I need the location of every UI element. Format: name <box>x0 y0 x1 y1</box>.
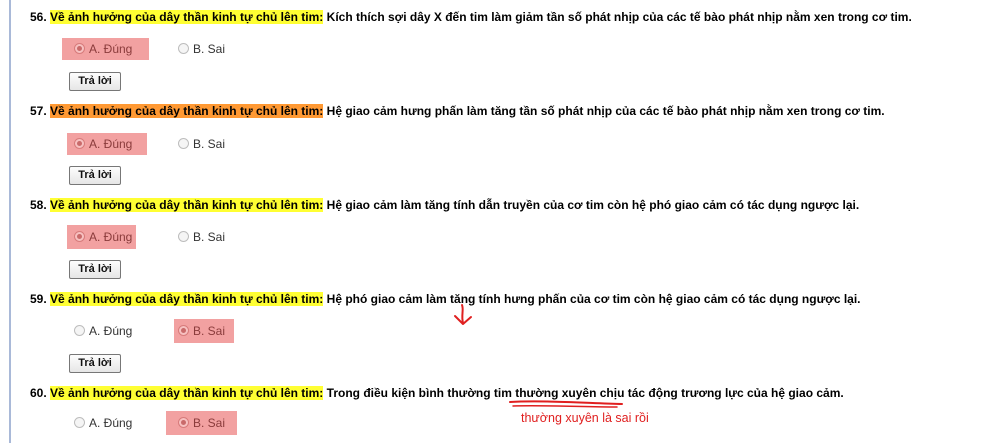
annotation-note: thường xuyên là sai rồi <box>521 411 649 425</box>
option-b[interactable]: B. Sai <box>178 133 225 155</box>
submit-answer-button[interactable]: Trả lời <box>69 166 121 185</box>
option-a-label: A. Đúng <box>89 416 133 430</box>
radio-icon[interactable] <box>74 325 85 336</box>
radio-icon[interactable] <box>178 325 189 336</box>
question-line: 57. Về ảnh hưởng của dây thần kinh tự ch… <box>30 103 885 119</box>
option-b[interactable]: B. Sai <box>178 38 225 60</box>
radio-icon[interactable] <box>178 138 189 149</box>
question-text: Hệ giao cảm làm tăng tính dẫn truyền của… <box>326 198 860 212</box>
annotation-arrow-icon <box>454 304 472 325</box>
question-text: Hệ giao cảm hưng phấn làm tăng tần số ph… <box>326 104 885 118</box>
option-b[interactable]: B. Sai <box>178 226 225 248</box>
question-topic: Về ảnh hưởng của dây thần kinh tự chủ lê… <box>50 104 324 118</box>
radio-icon[interactable] <box>178 231 189 242</box>
question-number: 57. <box>30 104 47 118</box>
question-line: 58. Về ảnh hưởng của dây thần kinh tự ch… <box>30 197 859 213</box>
submit-answer-button[interactable]: Trả lời <box>69 354 121 373</box>
option-a[interactable]: A. Đúng <box>74 320 132 342</box>
radio-icon[interactable] <box>178 43 189 54</box>
radio-icon[interactable] <box>74 417 85 428</box>
option-a[interactable]: A. Đúng <box>62 38 149 60</box>
option-a-label: A. Đúng <box>89 324 133 338</box>
option-a-label: A. Đúng <box>89 137 133 151</box>
question-line: 56. Về ảnh hưởng của dây thần kinh tự ch… <box>30 9 912 25</box>
option-a-label: A. Đúng <box>89 230 133 244</box>
question-text: Kích thích sợi dây X đến tim làm giảm tầ… <box>326 10 912 24</box>
radio-icon[interactable] <box>74 43 85 54</box>
option-a[interactable]: A. Đúng <box>67 133 147 155</box>
radio-icon[interactable] <box>178 417 189 428</box>
option-b-label: B. Sai <box>193 42 226 56</box>
option-b[interactable]: B. Sai <box>166 411 237 435</box>
option-b[interactable]: B. Sai <box>174 319 234 343</box>
submit-answer-button[interactable]: Trả lời <box>69 72 121 91</box>
option-b-label: B. Sai <box>193 416 226 430</box>
annotation-underline <box>509 400 623 408</box>
question-number: 60. <box>30 386 47 400</box>
option-b-label: B. Sai <box>193 230 226 244</box>
option-b-label: B. Sai <box>193 137 226 151</box>
radio-icon[interactable] <box>74 138 85 149</box>
question-topic: Về ảnh hưởng của dây thần kinh tự chủ lê… <box>50 10 324 24</box>
option-a[interactable]: A. Đúng <box>67 225 136 249</box>
left-border <box>9 0 11 443</box>
question-line: 60. Về ảnh hưởng của dây thần kinh tự ch… <box>30 385 844 401</box>
option-b-label: B. Sai <box>193 324 226 338</box>
question-text: Hệ phó giao cảm làm tăng tính hưng phấn … <box>326 292 861 306</box>
question-number: 56. <box>30 10 47 24</box>
option-a-label: A. Đúng <box>89 42 133 56</box>
submit-answer-button[interactable]: Trả lời <box>69 260 121 279</box>
question-line: 59. Về ảnh hưởng của dây thần kinh tự ch… <box>30 291 861 307</box>
radio-icon[interactable] <box>74 231 85 242</box>
question-number: 58. <box>30 198 47 212</box>
question-topic: Về ảnh hưởng của dây thần kinh tự chủ lê… <box>50 198 324 212</box>
question-topic: Về ảnh hưởng của dây thần kinh tự chủ lê… <box>50 386 324 400</box>
option-a[interactable]: A. Đúng <box>74 412 132 434</box>
question-topic: Về ảnh hưởng của dây thần kinh tự chủ lê… <box>50 292 324 306</box>
question-number: 59. <box>30 292 47 306</box>
